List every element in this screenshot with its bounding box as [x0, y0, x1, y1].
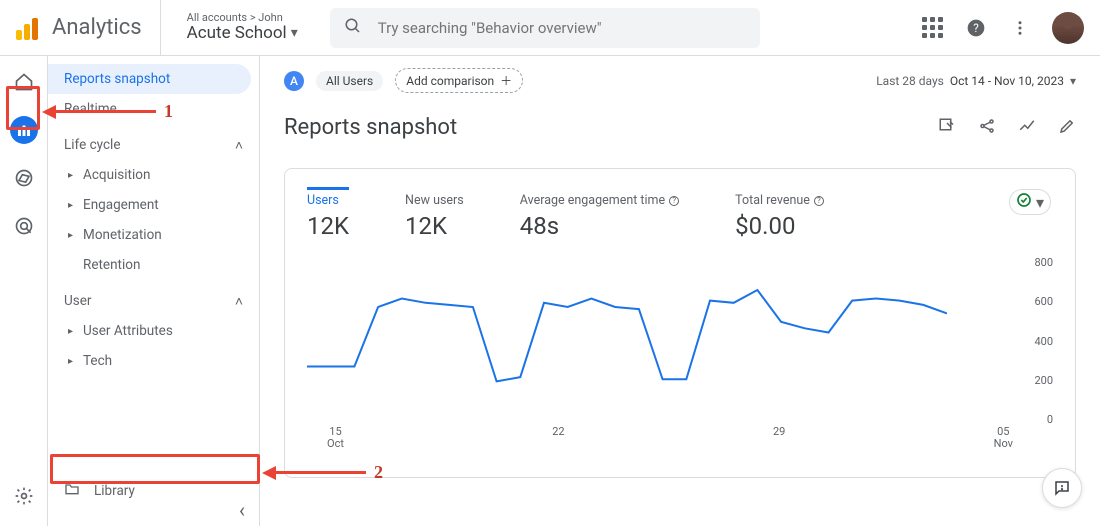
sidebar-user-attributes[interactable]: ▸ User Attributes [48, 316, 259, 346]
sidebar-item-label: Monetization [83, 227, 162, 243]
page-title: Reports snapshot [284, 115, 457, 140]
segment-bar: A All Users Add comparison ＋ Last 28 day… [284, 68, 1076, 93]
sidebar-item-label: Acquisition [83, 167, 150, 183]
search-input[interactable] [376, 18, 746, 38]
divider [160, 0, 161, 55]
apps-grid-icon[interactable] [920, 16, 944, 40]
sidebar-section-label: User [64, 293, 91, 309]
rail-admin-icon[interactable] [10, 482, 38, 510]
account-avatar[interactable] [1052, 12, 1084, 44]
sidebar-section-lifecycle[interactable]: Life cycle ˄ [48, 130, 259, 160]
metric-label: New users [405, 193, 464, 208]
sidebar-item-label: Library [94, 483, 135, 499]
sidebar-item-label: User Attributes [83, 323, 173, 339]
chart-x-axis: 15Oct222905Nov [327, 426, 1013, 446]
sidebar-library[interactable]: Library [48, 476, 251, 506]
sidebar-item-label: Tech [83, 353, 112, 369]
metric-value: 12K [405, 212, 464, 240]
sidebar-item-label: Reports snapshot [64, 71, 170, 87]
triangle-right-icon: ▸ [68, 170, 73, 181]
analytics-logo-icon [16, 16, 40, 40]
sidebar-retention[interactable]: ▸Retention [48, 250, 259, 280]
customize-report-icon[interactable] [938, 117, 956, 139]
help-tooltip-icon[interactable]: ? [669, 196, 679, 206]
metric-value: $0.00 [735, 212, 824, 240]
metric-users[interactable]: Users 12K [307, 187, 349, 240]
help-icon[interactable]: ? [964, 16, 988, 40]
metric-value: 12K [307, 212, 349, 240]
metric-avg-engagement[interactable]: Average engagement time ? 48s [520, 187, 679, 240]
rail-home-icon[interactable] [10, 68, 38, 96]
triangle-right-icon: ▸ [68, 326, 73, 337]
metric-total-revenue[interactable]: Total revenue ? $0.00 [735, 187, 824, 240]
folder-icon [64, 481, 80, 501]
date-range-value: Oct 14 - Nov 10, 2023 [950, 74, 1064, 88]
annotation-label: 2 [374, 462, 383, 483]
check-circle-icon [1016, 192, 1032, 212]
edit-icon[interactable] [1058, 117, 1076, 139]
caret-down-icon: ▾ [1070, 74, 1076, 88]
triangle-right-icon: ▸ [68, 356, 73, 367]
caret-down-icon: ▾ [1036, 193, 1044, 212]
property-name: Acute School [187, 24, 287, 43]
rail-advertising-icon[interactable] [10, 212, 38, 240]
collapse-sidebar-icon[interactable]: ‹ [239, 498, 245, 522]
reports-sidebar: Reports snapshot Realtime Life cycle ˄ ▸… [48, 56, 260, 526]
nav-rail [0, 56, 48, 526]
annotation-arrow-1: 1 [42, 101, 173, 122]
svg-text:?: ? [973, 21, 979, 35]
triangle-right-icon: ▸ [68, 200, 73, 211]
search-icon [344, 17, 362, 39]
triangle-right-icon: ▸ [68, 230, 73, 241]
segment-all-users[interactable]: All Users [316, 71, 383, 91]
feedback-button[interactable] [1042, 468, 1082, 508]
sidebar-tech[interactable]: ▸ Tech [48, 346, 259, 376]
data-quality-pill[interactable]: ▾ [1009, 189, 1051, 215]
sidebar-monetization[interactable]: ▸ Monetization [48, 220, 259, 250]
users-line-chart: 8006004002000 15Oct222905Nov [307, 256, 1053, 446]
annotation-label: 1 [164, 101, 173, 122]
sidebar-section-label: Life cycle [64, 137, 120, 153]
metric-new-users[interactable]: New users 12K [405, 187, 464, 240]
metric-label: Average engagement time [520, 193, 665, 208]
chart-y-axis: 8006004002000 [1025, 256, 1053, 426]
add-comparison-button[interactable]: Add comparison ＋ [395, 68, 523, 93]
more-vert-icon[interactable] [1008, 16, 1032, 40]
chevron-up-icon: ˄ [235, 293, 243, 310]
segment-badge: A [284, 71, 304, 91]
rail-explore-icon[interactable] [10, 164, 38, 192]
insights-icon[interactable] [1018, 117, 1036, 139]
metric-value: 48s [520, 212, 679, 240]
sidebar-item-label: Engagement [83, 197, 159, 213]
metric-label: Total revenue [735, 193, 810, 208]
property-selector[interactable]: All accounts > John Acute School ▾ [187, 12, 298, 43]
annotation-arrow-2: 2 [262, 462, 383, 483]
chevron-up-icon: ˄ [235, 137, 243, 154]
date-range-preset: Last 28 days [876, 74, 944, 88]
sidebar-section-user[interactable]: User ˄ [48, 286, 259, 316]
metric-label: Users [307, 193, 339, 208]
sidebar-reports-snapshot[interactable]: Reports snapshot [48, 64, 251, 94]
rail-reports-icon[interactable] [10, 116, 38, 144]
main-content: A All Users Add comparison ＋ Last 28 day… [260, 56, 1100, 526]
search-box[interactable] [330, 8, 760, 48]
help-tooltip-icon[interactable]: ? [814, 196, 824, 206]
global-header: Analytics All accounts > John Acute Scho… [0, 0, 1100, 56]
sidebar-item-label: Retention [83, 257, 140, 273]
overview-card: Users 12K New users 12K Average engageme… [284, 168, 1076, 478]
sidebar-engagement[interactable]: ▸ Engagement [48, 190, 259, 220]
chart-svg [307, 256, 947, 426]
caret-down-icon: ▾ [291, 26, 298, 41]
share-icon[interactable] [978, 117, 996, 139]
date-range-picker[interactable]: Last 28 days Oct 14 - Nov 10, 2023 ▾ [876, 74, 1076, 88]
sidebar-acquisition[interactable]: ▸ Acquisition [48, 160, 259, 190]
add-comparison-label: Add comparison [406, 74, 494, 88]
analytics-brand: Analytics [52, 15, 142, 40]
plus-icon: ＋ [500, 72, 512, 89]
